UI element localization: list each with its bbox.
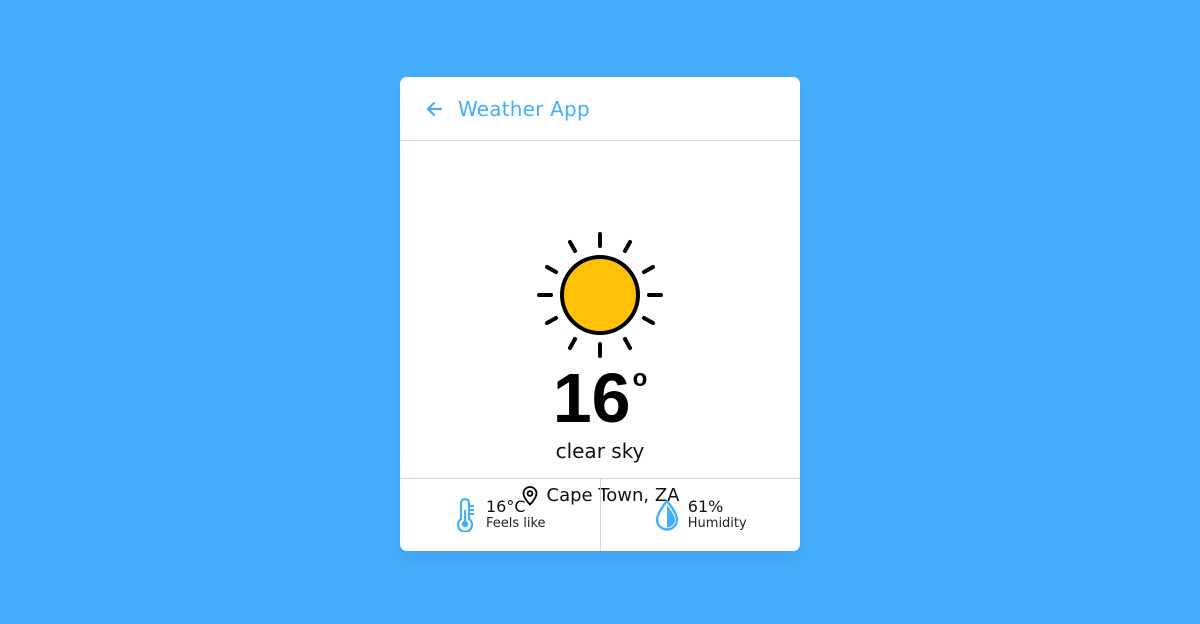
humidity-value: 61% bbox=[687, 497, 724, 516]
arrow-left-icon bbox=[426, 101, 443, 116]
weather-card: Weather App 16o clear sky Cape Town, ZA … bbox=[400, 77, 800, 551]
weather-details: 16o clear sky Cape Town, ZA bbox=[400, 141, 800, 506]
sun-icon bbox=[537, 232, 663, 358]
card-header: Weather App bbox=[400, 77, 800, 141]
thermometer-icon bbox=[454, 498, 478, 532]
app-title: Weather App bbox=[458, 96, 590, 121]
degree-symbol: o bbox=[632, 365, 648, 392]
water-drop-icon bbox=[654, 499, 680, 531]
feels-like-value: 16°C bbox=[485, 497, 526, 516]
weather-stats: 16°C Feels like 61% Humidity bbox=[400, 478, 800, 551]
humidity-stat: 61% Humidity bbox=[599, 479, 801, 551]
temperature-value: 16 bbox=[552, 359, 631, 437]
temperature: 16o bbox=[400, 363, 800, 433]
feels-like-label: Feels like bbox=[485, 516, 546, 531]
humidity-label: Humidity bbox=[687, 516, 747, 531]
feels-like-stat: 16°C Feels like bbox=[400, 479, 600, 551]
weather-description: clear sky bbox=[555, 439, 645, 463]
back-button[interactable] bbox=[424, 99, 444, 119]
